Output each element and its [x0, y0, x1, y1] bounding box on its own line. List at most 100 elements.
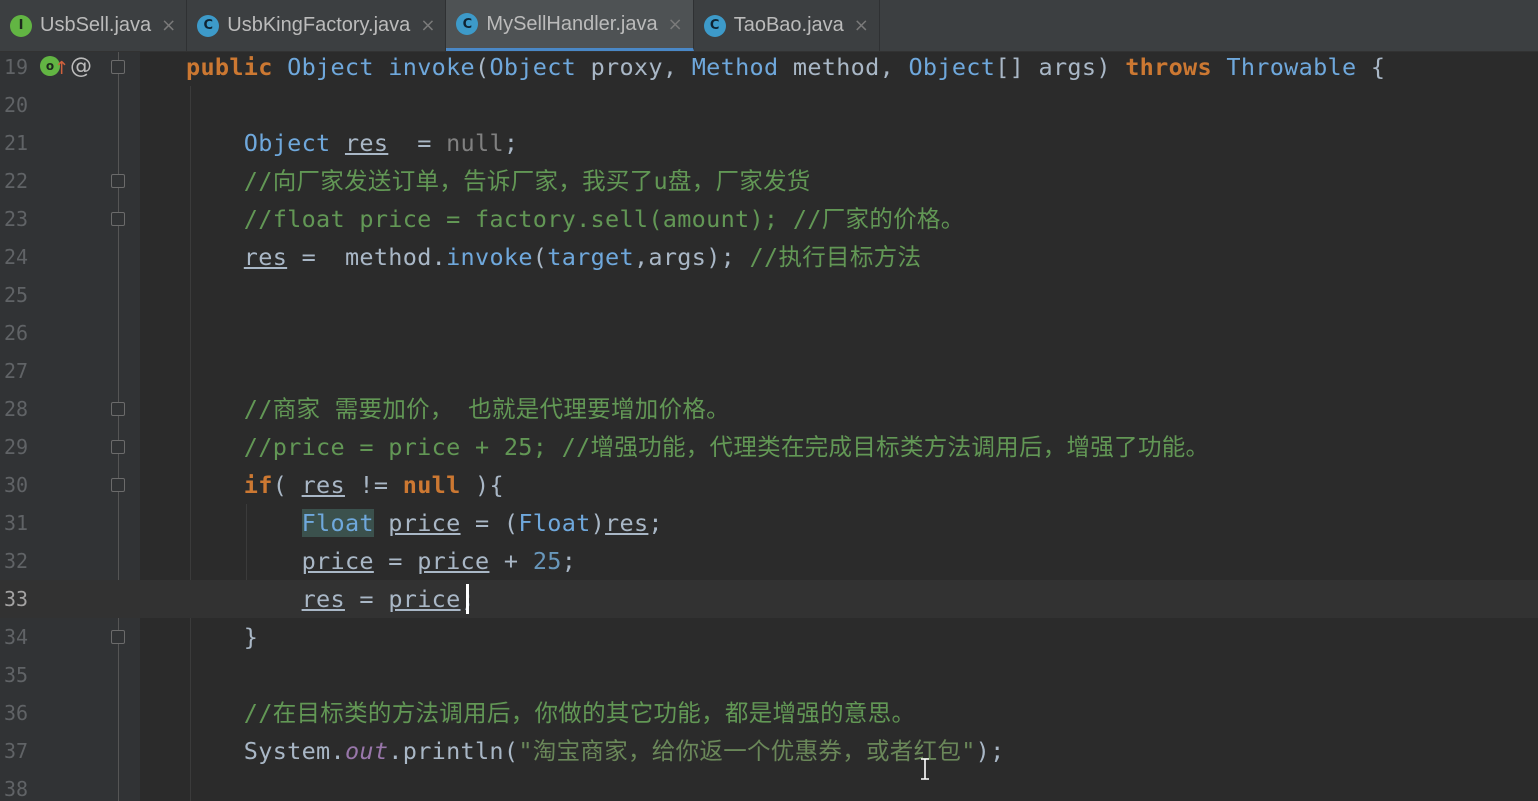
code-token: Object — [287, 53, 374, 81]
code-line[interactable]: 36 //在目标类的方法调用后，你做的其它功能，都是增强的意思。 — [0, 694, 1538, 732]
line-number[interactable]: 28 — [4, 390, 34, 428]
line-number[interactable]: 37 — [4, 732, 34, 770]
code-line[interactable]: 37 System.out.println("淘宝商家，给你返一个优惠券，或者红… — [0, 732, 1538, 770]
code-editor[interactable]: 19 o ↑ @ public Object invoke(Object proxy, … — [0, 52, 1538, 801]
tab-usbkingfactory[interactable]: C UsbKingFactory.java × — [187, 0, 447, 51]
tab-taobao[interactable]: C TaoBao.java × — [694, 0, 880, 51]
code-token: Object — [489, 53, 577, 81]
code-text[interactable]: //商家 需要加价， 也就是代理要增加价格。 — [186, 390, 730, 428]
code-line[interactable]: 30 if( res != null ){ — [0, 466, 1538, 504]
line-number[interactable]: 38 — [4, 770, 34, 801]
line-number[interactable]: 34 — [4, 618, 34, 656]
code-line[interactable]: 23 //float price = factory.sell(amount);… — [0, 200, 1538, 238]
code-token: Float — [518, 509, 591, 537]
code-token: throws — [1125, 53, 1227, 81]
tab-mysellhandler[interactable]: C MySellHandler.java × — [446, 0, 694, 51]
code-token: ; — [561, 547, 577, 575]
fold-marker-icon[interactable] — [111, 402, 125, 416]
code-line[interactable]: 26 — [0, 314, 1538, 352]
line-number[interactable]: 29 — [4, 428, 34, 466]
code-token: proxy, — [576, 53, 692, 81]
line-number[interactable]: 27 — [4, 352, 34, 390]
text-caret — [466, 584, 469, 614]
code-text[interactable]: res = method.invoke(target,args); //执行目标… — [186, 238, 921, 276]
line-number[interactable]: 31 — [4, 504, 34, 542]
code-line[interactable]: 20 — [0, 86, 1538, 124]
code-token: //price = price + 25; //增强功能，代理类在完成目标类方法… — [186, 433, 1210, 461]
line-number[interactable]: 20 — [4, 86, 34, 124]
fold-marker-icon[interactable] — [111, 440, 125, 454]
code-token: price — [388, 585, 461, 613]
tab-usbsell[interactable]: I UsbSell.java × — [0, 0, 188, 51]
code-text[interactable]: Object res = null; — [186, 124, 518, 162]
code-token: System. — [186, 737, 345, 765]
code-line[interactable]: 28 //商家 需要加价， 也就是代理要增加价格。 — [0, 390, 1538, 428]
line-number[interactable]: 25 — [4, 276, 34, 314]
close-icon[interactable]: × — [161, 15, 176, 36]
code-token: target — [547, 243, 634, 271]
line-number[interactable]: 36 — [4, 694, 34, 732]
fold-marker-icon[interactable] — [111, 478, 125, 492]
code-line[interactable]: 21 Object res = null; — [0, 124, 1538, 162]
line-number[interactable]: 22 — [4, 162, 34, 200]
code-line[interactable]: 31 Float price = (Float)res; — [0, 504, 1538, 542]
code-line[interactable]: 25 — [0, 276, 1538, 314]
code-token: ; — [503, 129, 519, 157]
line-number[interactable]: 33 — [4, 580, 34, 618]
code-text[interactable]: price = price + 25; — [186, 542, 576, 580]
fold-marker-icon[interactable] — [111, 174, 125, 188]
code-line[interactable]: 22 //向厂家发送订单，告诉厂家，我买了u盘，厂家发货 — [0, 162, 1538, 200]
code-token: 25 — [532, 547, 562, 575]
interface-icon: I — [10, 14, 32, 37]
code-token: + — [489, 547, 533, 575]
line-number[interactable]: 26 — [4, 314, 34, 352]
code-token: //向厂家发送订单，告诉厂家，我买了u盘，厂家发货 — [186, 167, 811, 195]
code-line[interactable]: 33 res = price; — [0, 580, 1538, 618]
code-line[interactable]: 27 — [0, 352, 1538, 390]
code-token: price — [417, 547, 490, 575]
fold-marker-icon[interactable] — [111, 630, 125, 644]
code-text[interactable]: Float price = (Float)res; — [186, 504, 663, 542]
fold-marker-icon[interactable] — [111, 60, 125, 74]
line-number[interactable]: 35 — [4, 656, 34, 694]
close-icon[interactable]: × — [420, 15, 435, 36]
close-icon[interactable]: × — [668, 14, 683, 35]
code-token: = — [373, 547, 418, 575]
line-number[interactable]: 21 — [4, 124, 34, 162]
code-text[interactable]: } — [186, 618, 258, 656]
code-token: price — [388, 509, 461, 537]
fold-marker-icon[interactable] — [111, 212, 125, 226]
code-token: ); — [975, 737, 1005, 765]
line-number[interactable]: 19 — [4, 48, 34, 86]
code-line[interactable]: 34 } — [0, 618, 1538, 656]
code-text[interactable]: public Object invoke(Object proxy, Metho… — [186, 48, 1385, 86]
code-text[interactable]: res = price; — [186, 580, 475, 618]
close-icon[interactable]: × — [854, 15, 869, 36]
code-token: res — [605, 509, 649, 537]
code-token: invoke — [373, 53, 475, 81]
code-text[interactable]: if( res != null ){ — [186, 466, 504, 504]
line-number[interactable]: 30 — [4, 466, 34, 504]
code-line[interactable]: 32 price = price + 25; — [0, 542, 1538, 580]
line-number[interactable]: 24 — [4, 238, 34, 276]
line-number[interactable]: 23 — [4, 200, 34, 238]
code-line[interactable]: 38 — [0, 770, 1538, 801]
code-text[interactable]: System.out.println("淘宝商家，给你返一个优惠券，或者红包")… — [186, 732, 1005, 770]
code-line[interactable]: 29 //price = price + 25; //增强功能，代理类在完成目标… — [0, 428, 1538, 466]
code-token: [] args) — [995, 53, 1126, 81]
editor-tab-bar: I UsbSell.java × C UsbKingFactory.java × C MySe… — [0, 0, 1538, 52]
code-line[interactable]: 19 o ↑ @ public Object invoke(Object proxy, … — [0, 48, 1538, 86]
line-number[interactable]: 32 — [4, 542, 34, 580]
code-text[interactable]: //float price = factory.sell(amount); //… — [186, 200, 965, 238]
code-token: //在目标类的方法调用后，你做的其它功能，都是增强的意思。 — [186, 699, 916, 727]
tab-label: TaoBao.java — [733, 14, 844, 36]
code-line[interactable]: 35 — [0, 656, 1538, 694]
code-token: .println( — [388, 737, 519, 765]
code-text[interactable]: //向厂家发送订单，告诉厂家，我买了u盘，厂家发货 — [186, 162, 811, 200]
code-line[interactable]: 24 res = method.invoke(target,args); //执… — [0, 238, 1538, 276]
code-text[interactable]: //在目标类的方法调用后，你做的其它功能，都是增强的意思。 — [186, 694, 915, 732]
annotation-at-icon[interactable]: @ — [70, 48, 92, 86]
code-text[interactable]: //price = price + 25; //增强功能，代理类在完成目标类方法… — [186, 428, 1209, 466]
arrow-up-icon[interactable]: ↑ — [54, 50, 69, 88]
